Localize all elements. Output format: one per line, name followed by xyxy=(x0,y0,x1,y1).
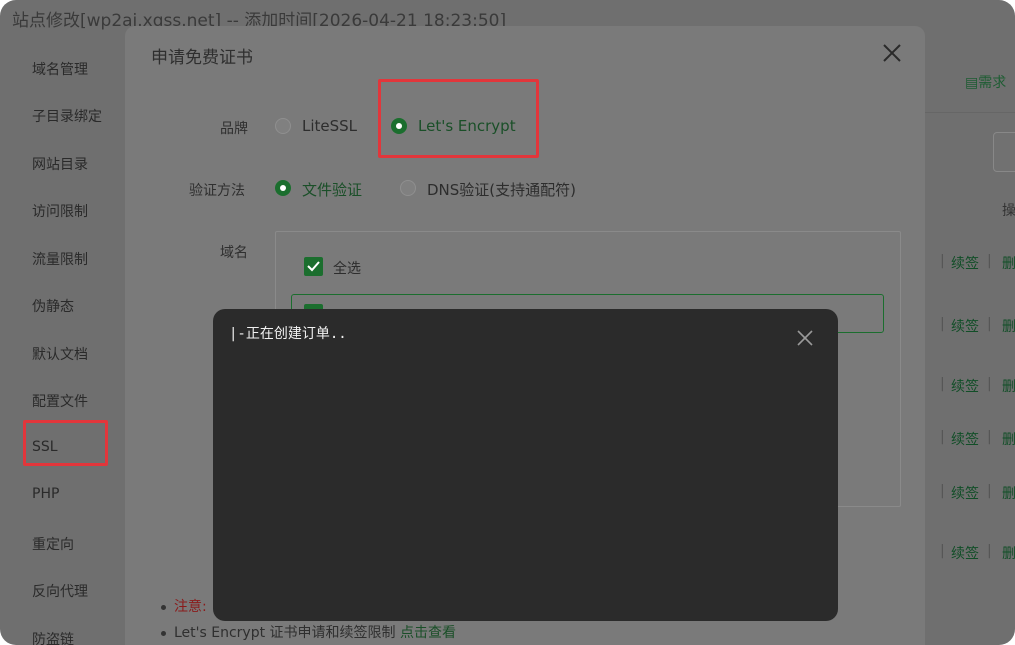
brand-label: 品牌 xyxy=(220,121,248,137)
row-renew-link[interactable]: 续签 xyxy=(951,429,979,449)
progress-console: |-正在创建订单.. xyxy=(213,309,838,621)
console-output: |-正在创建订单.. xyxy=(229,326,347,342)
row-separator: | xyxy=(987,316,992,332)
sidebar-item-redirect[interactable]: 重定向 xyxy=(32,534,74,554)
verify-dns-radio[interactable] xyxy=(400,180,416,196)
row-delete-link[interactable]: 删 xyxy=(1002,316,1015,336)
refresh-button[interactable] xyxy=(993,132,1015,172)
bullet-icon xyxy=(161,630,166,636)
close-icon xyxy=(883,44,901,62)
select-all-checkbox[interactable] xyxy=(304,257,323,276)
limit-view-link[interactable]: 点击查看 xyxy=(400,625,456,641)
row-separator: | xyxy=(987,543,992,559)
sidebar-item-rewrite[interactable]: 伪静态 xyxy=(32,296,74,316)
row-renew-link[interactable]: 续签 xyxy=(951,376,979,396)
row-separator: | xyxy=(940,376,945,392)
check-icon xyxy=(307,261,320,272)
row-separator: | xyxy=(940,429,945,445)
row-delete-link[interactable]: 删 xyxy=(1002,483,1015,503)
row-delete-link[interactable]: 删 xyxy=(1002,543,1015,563)
sidebar-item-webdir[interactable]: 网站目录 xyxy=(32,154,88,174)
brand-litessl-radio[interactable] xyxy=(275,118,291,134)
row-separator: | xyxy=(940,483,945,499)
background-content: ▤需求 操 | 续签 | 删 | 续签 | 删 | 续签 | 删 | 续签 | … xyxy=(925,40,1015,645)
sidebar-item-subdir[interactable]: 子目录绑定 xyxy=(32,106,102,126)
row-separator: | xyxy=(940,543,945,559)
modal-close-button[interactable] xyxy=(879,40,905,66)
sidebar-item-php[interactable]: PHP xyxy=(32,486,59,502)
sidebar-item-domain[interactable]: 域名管理 xyxy=(32,59,88,79)
row-renew-link[interactable]: 续签 xyxy=(951,253,979,273)
console-close-button[interactable] xyxy=(795,328,815,348)
note-limit: Let's Encrypt 证书申请和续签限制 点击查看 xyxy=(161,622,456,645)
row-delete-link[interactable]: 删 xyxy=(1002,253,1015,273)
row-separator: | xyxy=(987,376,992,392)
modal-title: 申请免费证书 xyxy=(151,48,253,68)
domain-label: 域名 xyxy=(220,245,248,261)
app-window: 站点修改[wp2ai.xgss.net] -- 添加时间[2026-04-21 … xyxy=(0,0,1015,645)
row-renew-link[interactable]: 续签 xyxy=(951,543,979,563)
sidebar: 域名管理 子目录绑定 网站目录 访问限制 流量限制 伪静态 默认文档 配置文件 … xyxy=(0,40,125,645)
row-delete-link[interactable]: 删 xyxy=(1002,429,1015,449)
letsencrypt-highlight-box xyxy=(378,79,539,158)
row-separator: | xyxy=(987,253,992,269)
ops-column-header: 操 xyxy=(1002,203,1015,219)
sidebar-item-config[interactable]: 配置文件 xyxy=(32,391,88,411)
close-icon xyxy=(797,330,813,346)
brand-litessl-label[interactable]: LiteSSL xyxy=(302,117,357,135)
sidebar-item-hotlink[interactable]: 防盗链 xyxy=(32,629,74,645)
row-renew-link[interactable]: 续签 xyxy=(951,483,979,503)
row-separator: | xyxy=(987,429,992,445)
verify-file-radio[interactable] xyxy=(275,180,291,196)
sidebar-item-traffic[interactable]: 流量限制 xyxy=(32,249,88,269)
bullet-icon xyxy=(161,604,166,610)
row-delete-link[interactable]: 删 xyxy=(1002,376,1015,396)
sidebar-item-access[interactable]: 访问限制 xyxy=(32,201,88,221)
doc-icon: ▤ xyxy=(965,75,979,91)
verify-method-label: 验证方法 xyxy=(189,183,245,199)
row-separator: | xyxy=(987,483,992,499)
select-all-label[interactable]: 全选 xyxy=(333,258,361,278)
header-divider xyxy=(925,112,1015,113)
verify-dns-label[interactable]: DNS验证(支持通配符) xyxy=(427,179,576,200)
row-renew-link[interactable]: 续签 xyxy=(951,316,979,336)
row-separator: | xyxy=(940,253,945,269)
row-separator: | xyxy=(940,316,945,332)
sidebar-item-proxy[interactable]: 反向代理 xyxy=(32,581,88,601)
ssl-highlight-box xyxy=(23,420,108,466)
requirement-link[interactable]: ▤需求 xyxy=(965,72,1006,92)
sidebar-item-default-doc[interactable]: 默认文档 xyxy=(32,344,88,364)
verify-file-label[interactable]: 文件验证 xyxy=(302,179,362,200)
